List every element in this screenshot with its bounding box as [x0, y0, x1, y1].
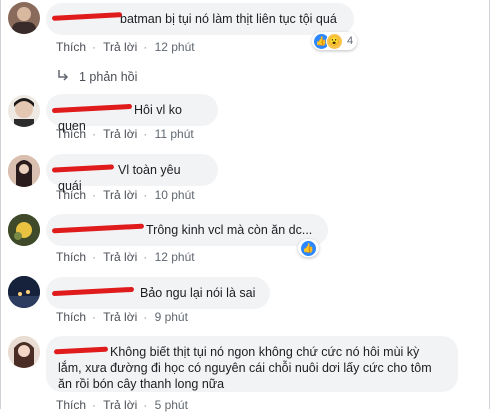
- avatar-image-icon: [8, 336, 40, 368]
- avatar[interactable]: [8, 2, 40, 34]
- wow-reaction-icon: 😮: [326, 32, 343, 50]
- reply-link[interactable]: Trả lời: [103, 188, 137, 202]
- reaction-summary[interactable]: 👍 😮 4: [312, 32, 358, 50]
- like-link[interactable]: Thích: [56, 398, 86, 412]
- reply-link[interactable]: Trả lời: [103, 127, 137, 141]
- comment-text-line-2: lắm, xưa đường đi học có nguyên cái chỗi…: [58, 361, 432, 375]
- reaction-summary[interactable]: 👍: [298, 239, 319, 257]
- like-link[interactable]: Thích: [56, 40, 86, 54]
- timestamp[interactable]: 12 phút: [155, 40, 195, 54]
- avatar[interactable]: [8, 214, 40, 246]
- reply-link[interactable]: Trả lời: [103, 250, 137, 264]
- avatar[interactable]: [8, 95, 40, 127]
- comment-text-line-1: Không biết thịt tụi nó ngon không chứ cứ…: [110, 345, 420, 359]
- avatar-image-icon: [8, 155, 40, 187]
- avatar-image-icon: [8, 214, 40, 246]
- comment-bubble: Không biết thịt tụi nó ngon không chứ cứ…: [46, 336, 458, 392]
- timestamp[interactable]: 5 phút: [155, 398, 188, 412]
- comment-actions: Thích · Trả lời · 5 phút: [56, 398, 188, 412]
- timestamp[interactable]: 11 phút: [155, 127, 194, 141]
- like-link[interactable]: Thích: [56, 250, 86, 264]
- timestamp[interactable]: 12 phút: [155, 250, 195, 264]
- reply-link[interactable]: Trả lời: [103, 40, 137, 54]
- left-border: [0, 0, 1, 409]
- comment-actions: Thích · Trả lời · 9 phút: [56, 310, 188, 324]
- like-reaction-icon: 👍: [301, 240, 316, 256]
- comment-text: batman bị tụi nó làm thịt liên tục tội q…: [120, 12, 337, 26]
- comment-bubble: batman bị tụi nó làm thịt liên tục tội q…: [46, 3, 354, 35]
- like-link[interactable]: Thích: [56, 188, 86, 202]
- reply-link[interactable]: Trả lời: [103, 398, 137, 412]
- comment-text: Bảo ngu lại nói là sai: [140, 286, 256, 300]
- replies-count: 1 phản hồi: [79, 70, 138, 84]
- avatar-image-icon: [14, 98, 34, 127]
- comment-actions: Thích · Trả lời · 12 phút: [56, 250, 195, 264]
- comment-text-line-3: ăn rồi bón cây thanh long nữa: [58, 377, 225, 391]
- reply-arrow-icon: [57, 69, 69, 84]
- timestamp[interactable]: 9 phút: [155, 310, 188, 324]
- like-link[interactable]: Thích: [56, 127, 86, 141]
- like-link[interactable]: Thích: [56, 310, 86, 324]
- timestamp[interactable]: 10 phút: [155, 188, 195, 202]
- avatar-image-icon: [8, 276, 40, 308]
- reply-link[interactable]: Trả lời: [103, 310, 137, 324]
- comment-actions: Thích · Trả lời · 10 phút: [56, 188, 195, 202]
- avatar[interactable]: [8, 155, 40, 187]
- comment-text: Trông kinh vcl mà còn ăn dc...: [146, 223, 313, 237]
- avatar-image-icon: [12, 7, 36, 34]
- comment-actions: Thích · Trả lời · 12 phút: [56, 40, 195, 54]
- avatar[interactable]: [8, 276, 40, 308]
- avatar[interactable]: [8, 336, 40, 368]
- reaction-count: 4: [347, 35, 354, 47]
- comment-actions: Thích · Trả lời · 11 phút: [56, 127, 194, 141]
- view-replies-link[interactable]: 1 phản hồi: [57, 69, 137, 84]
